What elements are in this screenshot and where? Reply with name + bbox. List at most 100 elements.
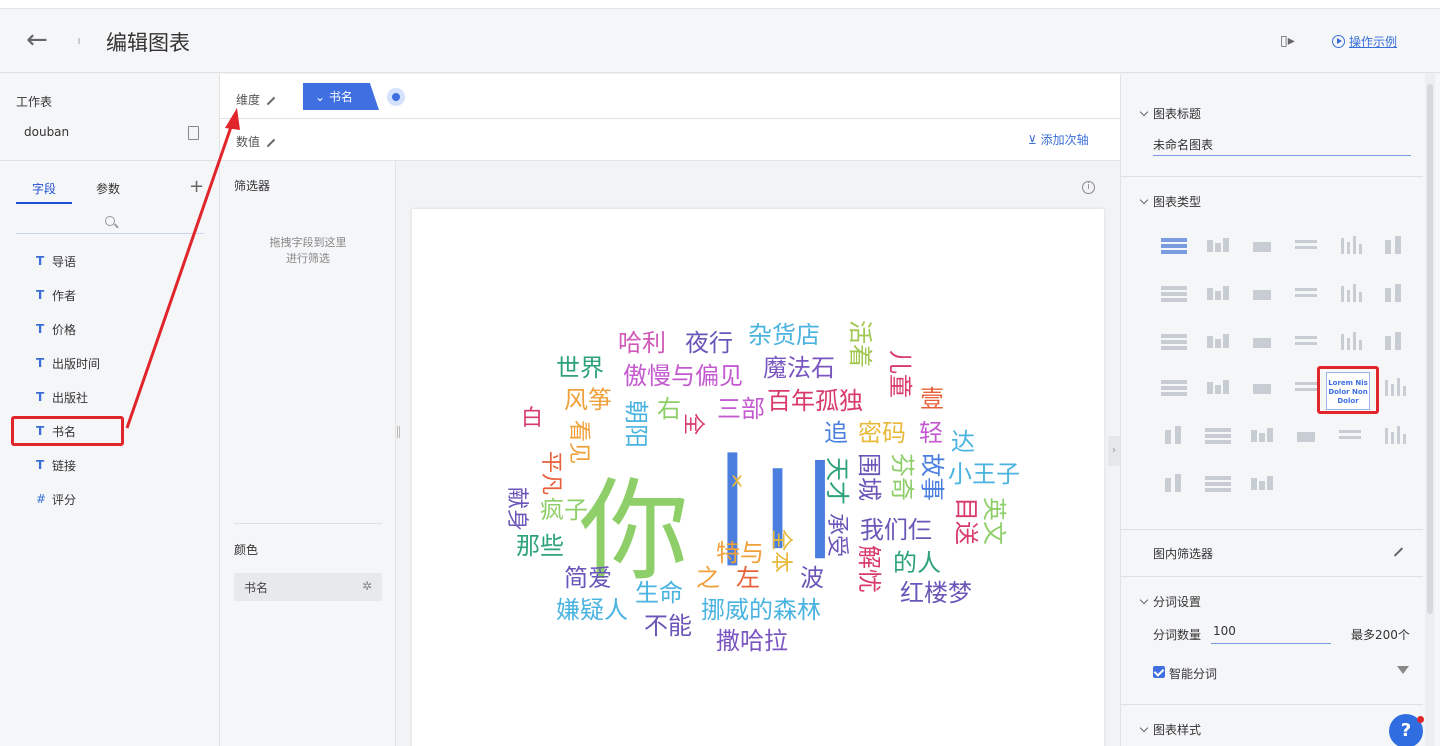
back-arrow-icon[interactable]: ← [26,25,48,55]
field-search-input[interactable] [16,214,204,234]
chart-paper: 你三 x 哈利 夜行 杂货店 活着 世界 傲慢与偏见 魔法石 儿童 风筝 朝阳右三部 百年孤独壹白看见全… [412,209,1104,746]
segment-max-label: 最多200个 [1351,628,1410,642]
add-field-icon[interactable]: + [189,176,204,197]
chart-type-icon[interactable] [1337,282,1363,302]
field-item-author[interactable]: T 作者 [36,285,76,305]
dimension-shelf[interactable]: 维度 ⌄ 书名 [220,74,1120,119]
left-divider [0,160,220,161]
dimension-label: 维度 [236,91,276,108]
chart-type-icon[interactable] [1293,376,1319,396]
segment-section[interactable]: 分词设置 [1139,593,1201,610]
value-shelf[interactable]: 数值 [220,119,1120,161]
chart-type-icon[interactable] [1249,282,1275,302]
word-cloud-word: 轻 [919,419,943,447]
highlight-box-bookname [11,416,124,446]
text-type-icon: T [36,254,45,268]
smart-segment-checkbox[interactable] [1153,666,1165,678]
chart-type-icon[interactable] [1381,424,1407,444]
filter-dropzone[interactable]: 拖拽字段到这里 进行筛选 [220,235,396,267]
layout-toggle-icon[interactable]: ▯▸ [1280,33,1295,49]
word-cloud-word: 嫌疑人 [556,596,628,624]
chart-type-icon[interactable] [1337,424,1363,444]
text-type-icon: T [36,458,45,472]
word-cloud-word: 围城 [855,453,883,501]
word-cloud-word: 哈利 [618,329,666,357]
filter-funnel-icon[interactable] [1397,666,1409,674]
chart-type-icon[interactable] [1293,330,1319,350]
chart-type-icon[interactable] [1161,472,1187,492]
chart-type-icon[interactable] [1161,234,1187,254]
chart-type-icon[interactable] [1381,376,1407,396]
smart-segment-label: 智能分词 [1169,667,1218,681]
tab-fields[interactable]: 字段 [32,180,56,197]
chart-type-icon[interactable] [1293,234,1319,254]
scrollbar-thumb[interactable] [1427,84,1433,614]
chart-type-section[interactable]: 图表类型 [1139,193,1201,210]
chart-type-icon[interactable] [1205,330,1231,350]
word-cloud-word: 之 [696,564,720,592]
field-label: 链接 [52,458,77,473]
word-cloud-word: 芬奇 [888,453,916,501]
word-cloud-word: 儿童 [886,350,914,398]
chart-title-input[interactable]: 未命名图表 [1153,136,1411,156]
field-item-publisher[interactable]: T 出版社 [36,387,88,407]
field-item-rating[interactable]: # 评分 [36,489,76,509]
field-item-price[interactable]: T 价格 [36,319,76,339]
field-panel: 工作表 douban 字段 参数 + T 导语 T 作者 T 价格 T 出版时间 T 出版… [0,74,220,746]
chart-type-icon[interactable] [1249,424,1275,444]
worksheet-name[interactable]: douban [24,125,69,139]
edit-pencil-icon[interactable] [1393,547,1404,557]
edit-pencil-icon[interactable] [266,96,276,105]
chart-type-icon[interactable] [1161,424,1187,444]
word-cloud-word: 不能 [644,612,692,640]
gear-icon[interactable]: ✲ [362,579,372,593]
field-item-pubdate[interactable]: T 出版时间 [36,353,100,373]
chart-type-icon[interactable] [1337,330,1363,350]
chart-type-icon[interactable] [1249,472,1275,492]
chart-type-icon[interactable] [1293,424,1319,444]
chart-type-icon[interactable] [1249,330,1275,350]
filter-divider [234,523,382,524]
word-cloud-word: 达 [951,428,975,456]
chart-type-icon[interactable] [1381,234,1407,254]
word-cloud-word: 朝阳 [622,400,650,448]
word-cloud-word: 右 [657,395,681,423]
edit-pencil-icon[interactable] [266,138,276,147]
chart-type-wordcloud[interactable]: Lorem Nis Dolor Non Dolor [1326,372,1370,410]
dimension-pill-bookname[interactable]: ⌄ 书名 [303,83,379,110]
chart-type-icon[interactable] [1205,472,1231,492]
chart-title-section[interactable]: 图表标题 [1139,105,1201,122]
chart-type-icon[interactable] [1205,282,1231,302]
field-item-link[interactable]: T 链接 [36,455,76,475]
inner-filter-label: 图内筛选器 [1153,547,1214,561]
section-divider [1121,576,1423,577]
add-secondary-axis-button[interactable]: ⊻ 添加次轴 [1028,131,1089,148]
chart-type-icon[interactable] [1293,282,1319,302]
chart-type-icon[interactable] [1161,330,1187,350]
chart-type-icon[interactable] [1205,424,1231,444]
field-label: 评分 [52,492,77,507]
pill-option-icon[interactable] [387,88,405,106]
collapse-right-handle[interactable]: › [1108,436,1120,466]
chart-type-icon[interactable] [1205,234,1231,254]
chart-type-icon[interactable] [1249,234,1275,254]
pane-resize-handle[interactable] [397,426,400,438]
chart-type-icon[interactable] [1337,234,1363,254]
tab-params[interactable]: 参数 [96,180,120,197]
chart-type-icon[interactable] [1381,282,1407,302]
field-item-daoyu[interactable]: T 导语 [36,251,76,271]
chart-style-section[interactable]: 图表样式 [1139,721,1201,738]
document-icon[interactable] [188,126,199,140]
color-field-bookname[interactable]: 书名 ✲ [234,573,382,601]
segment-count-input[interactable]: 100 [1211,624,1331,644]
chart-type-icon[interactable] [1381,330,1407,350]
chart-type-icon[interactable] [1161,282,1187,302]
chart-type-icon[interactable] [1205,376,1231,396]
chart-type-icon[interactable] [1161,376,1187,396]
example-link[interactable]: 操作示例 [1332,33,1397,50]
word-cloud-word: 生命 [635,579,683,607]
word-cloud-word: 平凡 [538,451,563,495]
info-icon[interactable]: i [1082,181,1095,194]
field-label: 作者 [52,288,77,303]
chart-type-icon[interactable] [1249,376,1275,396]
